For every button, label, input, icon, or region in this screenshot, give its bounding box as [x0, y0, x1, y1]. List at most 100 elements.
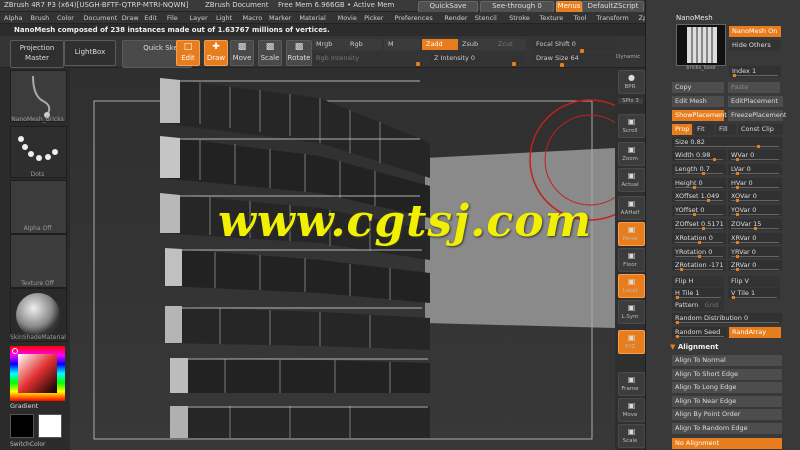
slider-zrvar[interactable]: ZRVar 0: [728, 260, 782, 272]
draw-size-slider[interactable]: Draw Size 64: [532, 53, 616, 64]
shelf-scroll-button[interactable]: ▣: [618, 114, 645, 138]
shelf-zoom-button[interactable]: ▣: [618, 142, 645, 166]
draw-button[interactable]: ✚ Draw: [204, 40, 228, 66]
shelf-bpr-button[interactable]: ●: [618, 70, 645, 94]
align-option-1[interactable]: Align To Normal: [672, 355, 782, 366]
show-placement-button[interactable]: ShowPlacement: [672, 110, 727, 121]
flip-h-button[interactable]: Flip H: [672, 276, 724, 287]
v-tile-slider[interactable]: V Tile 1: [728, 288, 780, 299]
menu-item-macro[interactable]: Macro: [243, 14, 263, 22]
menu-item-movie[interactable]: Movie: [338, 14, 357, 22]
rotate-button[interactable]: ▩ Rotate: [286, 40, 312, 66]
menu-item-stroke[interactable]: Stroke: [509, 14, 530, 22]
zsub-button[interactable]: Zsub: [458, 39, 494, 50]
align-option-3[interactable]: Align To Long Edge: [672, 382, 782, 394]
shelf-lsym-button[interactable]: ▣: [618, 300, 645, 324]
menu-item-texture[interactable]: Texture: [540, 14, 564, 22]
focal-shift-slider[interactable]: Focal Shift 0: [532, 39, 616, 50]
menu-item-picker[interactable]: Picker: [364, 14, 383, 22]
scale-button[interactable]: ▩ Scale: [258, 40, 282, 66]
switch-color-label[interactable]: SwitchColor: [10, 441, 65, 448]
primary-color-swatch[interactable]: [38, 414, 62, 438]
random-seed-slider[interactable]: Random Seed: [672, 327, 727, 338]
const-clip-button[interactable]: Const Clip: [738, 124, 783, 135]
menu-item-file[interactable]: File: [167, 14, 178, 22]
shelf-local-button[interactable]: ▣: [618, 274, 645, 298]
slider-length[interactable]: Length 0.7: [672, 163, 726, 175]
canvas-viewport[interactable]: www.cgtsj.com: [70, 68, 615, 450]
shelf-floor-button[interactable]: ▣: [618, 248, 645, 272]
random-distribution-slider[interactable]: Random Distribution 0: [672, 313, 782, 324]
alignment-header[interactable]: ▼ Alignment: [670, 343, 718, 351]
secondary-color-swatch[interactable]: [10, 414, 34, 438]
shelf-frame-button[interactable]: ▣: [618, 372, 645, 396]
h-tile-slider[interactable]: H Tile 1: [672, 288, 724, 299]
slider-zoffset[interactable]: ZOffset 0.5171: [672, 219, 726, 230]
slider-lvar[interactable]: LVar 0: [728, 163, 782, 175]
slider-zovar[interactable]: ZOVar 15: [728, 219, 782, 230]
focal-shift-knob[interactable]: [580, 49, 584, 53]
edit-button[interactable]: □ Edit: [176, 40, 200, 66]
shelf-actual-button[interactable]: ▣: [618, 168, 645, 192]
rgb-intensity-knob[interactable]: [416, 62, 420, 66]
shelf-move-button[interactable]: ▣: [618, 398, 645, 422]
hide-others-button[interactable]: Hide Others: [729, 40, 781, 51]
rgb-button[interactable]: Rgb: [346, 39, 382, 50]
slider-yrvar[interactable]: YRVar 0: [728, 246, 782, 258]
z-intensity-knob[interactable]: [512, 62, 516, 66]
rand-array-button[interactable]: RandArray: [729, 327, 781, 338]
shelf-scale-button[interactable]: ▣: [618, 424, 645, 448]
dynamic-label[interactable]: Dynamic: [616, 54, 640, 60]
shelf-persp-button[interactable]: ▣: [618, 222, 645, 246]
align-option-4[interactable]: Align To Near Edge: [672, 395, 782, 407]
align-option-2[interactable]: Align To Short Edge: [672, 368, 782, 380]
fill-button[interactable]: Fill: [716, 124, 736, 135]
z-intensity-slider[interactable]: Z Intensity 0: [430, 53, 524, 64]
no-alignment-button[interactable]: No Alignment: [672, 438, 782, 449]
draw-size-knob[interactable]: [560, 63, 564, 67]
nanomesh-on-button[interactable]: NanoMesh On: [729, 26, 781, 37]
edit-placement-button[interactable]: EditPlacement: [728, 96, 783, 107]
slider-xrotation[interactable]: XRotation 0: [672, 232, 726, 244]
mrgb-button[interactable]: Mrgb: [312, 39, 348, 50]
menu-item-edit[interactable]: Edit: [144, 14, 157, 22]
flip-v-button[interactable]: Flip V: [728, 276, 780, 287]
pattern-button[interactable]: Pattern Grid: [672, 300, 724, 311]
menu-item-color[interactable]: Color: [57, 14, 74, 22]
nanomesh-thumbnail[interactable]: [676, 24, 726, 66]
slider-yoffset[interactable]: YOffset 0: [672, 205, 726, 217]
shelf-xyz-button[interactable]: ▣: [618, 330, 645, 354]
menu-item-light[interactable]: Light: [216, 14, 232, 22]
m-button[interactable]: M: [384, 39, 420, 50]
menu-item-transform[interactable]: Transform: [596, 14, 628, 22]
paste-button[interactable]: Paste: [728, 82, 780, 93]
shelf-aahalf-button[interactable]: ▣: [618, 196, 645, 220]
align-option-5[interactable]: Align By Point Order: [672, 409, 782, 421]
slider-wvar[interactable]: WVar 0: [728, 150, 782, 161]
menu-item-marker[interactable]: Marker: [269, 14, 291, 22]
index-slider[interactable]: Index 1: [729, 66, 781, 77]
fit-button[interactable]: Fit: [694, 124, 714, 135]
slider-zrotation[interactable]: ZRotation -171: [672, 260, 726, 272]
copy-button[interactable]: Copy: [672, 82, 724, 93]
menu-item-render[interactable]: Render: [444, 14, 467, 22]
projection-master-button[interactable]: Projection Master: [10, 40, 64, 68]
slider-xoffset[interactable]: XOffset 1.049: [672, 191, 726, 203]
slider-yrotation[interactable]: YRotation 0: [672, 246, 726, 258]
gradient-label[interactable]: Gradient: [10, 402, 60, 410]
slider-xovar[interactable]: XOVar 0: [728, 191, 782, 203]
edit-mesh-button[interactable]: Edit Mesh: [672, 96, 724, 107]
color-picker[interactable]: [10, 346, 65, 401]
menu-item-stencil[interactable]: Stencil: [475, 14, 497, 22]
rgb-intensity-slider[interactable]: Rgb Intensity: [312, 53, 416, 64]
brush-thumbnail[interactable]: [10, 70, 67, 122]
menu-item-alpha[interactable]: Alpha: [4, 14, 22, 22]
size-slider[interactable]: Size 0.82: [672, 137, 782, 148]
nanomesh-title[interactable]: NanoMesh: [676, 14, 713, 22]
menu-item-document[interactable]: Document: [84, 14, 118, 22]
zcut-button[interactable]: Zcut: [494, 39, 526, 50]
menu-item-draw[interactable]: Draw: [122, 14, 139, 22]
move-button[interactable]: ▩ Move: [230, 40, 254, 66]
slider-xrvar[interactable]: XRVar 0: [728, 232, 782, 244]
prop-button[interactable]: Prop: [672, 124, 692, 135]
